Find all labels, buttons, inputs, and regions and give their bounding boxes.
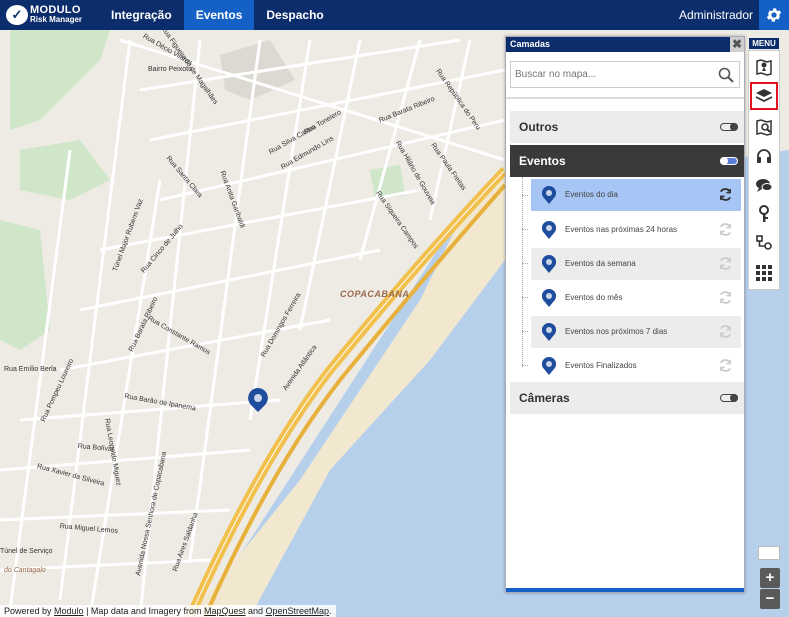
tree-connector xyxy=(522,177,523,367)
map-pin-icon xyxy=(542,289,556,307)
layer-toggle-outros[interactable] xyxy=(720,123,738,131)
layer-toggle-eventos[interactable] xyxy=(720,157,738,165)
layer-group-label: Outros xyxy=(519,120,559,134)
map-pin-icon xyxy=(756,59,772,76)
route-icon xyxy=(756,235,772,250)
top-bar: ✓ MODULO Risk Manager Integração Eventos… xyxy=(0,0,789,30)
menu-route-button[interactable] xyxy=(750,229,778,257)
mapquest-link[interactable]: MapQuest xyxy=(204,606,246,616)
refresh-icon[interactable] xyxy=(718,256,733,271)
map-pin-icon xyxy=(542,255,556,273)
layer-group-outros[interactable]: Outros xyxy=(510,111,744,143)
map-search xyxy=(510,61,740,88)
menu-apps-button[interactable] xyxy=(750,259,778,287)
event-layer-item[interactable]: Eventos nas próximas 24 horas xyxy=(531,214,741,246)
area-label: COPACABANA xyxy=(340,289,410,299)
modulo-check-icon: ✓ xyxy=(6,5,28,25)
search-map-icon xyxy=(756,119,772,136)
brand-logo[interactable]: ✓ MODULO Risk Manager xyxy=(6,4,82,26)
event-layer-label: Eventos do mês xyxy=(565,293,623,302)
map-scale xyxy=(758,546,780,560)
menu-layers-button[interactable] xyxy=(750,82,778,110)
side-menu xyxy=(748,50,780,290)
event-layer-item[interactable]: Eventos do mês xyxy=(531,282,741,314)
street-label: Rua Emílio Berla xyxy=(4,366,57,373)
event-layer-item[interactable]: Eventos do dia xyxy=(531,179,741,211)
layer-group-eventos[interactable]: Eventos xyxy=(510,145,744,177)
menu-map-button[interactable] xyxy=(750,53,778,81)
refresh-icon[interactable] xyxy=(718,290,733,305)
map-search-input[interactable] xyxy=(511,62,711,87)
main-nav: Integração Eventos Despacho xyxy=(99,0,336,30)
event-layer-label: Eventos do dia xyxy=(565,190,618,199)
brand-name: MODULO xyxy=(30,4,81,16)
divider xyxy=(506,97,744,99)
gear-icon xyxy=(766,8,782,22)
area-label: do Cantagalo xyxy=(4,567,46,574)
menu-search-map-button[interactable] xyxy=(750,113,778,141)
layers-panel: Camadas ✖ Outros Eventos Eventos do dia … xyxy=(505,36,745,593)
chat-icon xyxy=(756,179,773,192)
user-name[interactable]: Administrador xyxy=(679,0,753,30)
map-attribution: Powered by Modulo | Map data and Imagery… xyxy=(0,605,336,617)
street-label: Túnel de Serviço xyxy=(0,548,53,555)
layers-panel-header: Camadas ✖ xyxy=(506,37,744,52)
zoom-in-button[interactable]: + xyxy=(760,568,780,588)
refresh-icon[interactable] xyxy=(718,222,733,237)
event-layer-label: Eventos Finalizados xyxy=(565,361,637,370)
menu-chat-button[interactable] xyxy=(750,171,778,199)
layer-toggle-cameras[interactable] xyxy=(720,394,738,402)
map-pin-icon xyxy=(542,357,556,375)
panel-footer-bar xyxy=(506,588,744,592)
refresh-icon[interactable] xyxy=(718,187,733,202)
brand-subtitle: Risk Manager xyxy=(30,15,83,24)
menu-label: MENU xyxy=(749,38,779,49)
layers-panel-title: Camadas xyxy=(510,39,551,49)
map-pin-icon xyxy=(542,221,556,239)
nav-integracao[interactable]: Integração xyxy=(99,0,184,30)
refresh-icon[interactable] xyxy=(718,358,733,373)
close-icon[interactable]: ✖ xyxy=(730,37,744,52)
menu-headset-button[interactable] xyxy=(750,142,778,170)
openstreetmap-link[interactable]: OpenStreetMap xyxy=(266,606,330,616)
event-layer-item[interactable]: Eventos Finalizados xyxy=(531,350,741,382)
layers-icon xyxy=(755,89,773,103)
event-layer-item[interactable]: Eventos da semana xyxy=(531,248,741,280)
modulo-link[interactable]: Modulo xyxy=(54,606,84,616)
key-icon xyxy=(759,205,769,222)
settings-button[interactable] xyxy=(759,0,789,30)
menu-key-button[interactable] xyxy=(750,200,778,228)
headset-icon xyxy=(757,149,771,163)
event-layer-label: Eventos nos próximos 7 dias xyxy=(565,327,668,336)
street-label: Bairro Peixoto xyxy=(148,66,192,73)
event-layer-label: Eventos nas próximas 24 horas xyxy=(565,225,678,234)
refresh-icon[interactable] xyxy=(718,324,733,339)
layer-group-cameras[interactable]: Câmeras xyxy=(510,382,744,414)
layer-group-label: Eventos xyxy=(519,154,566,168)
search-icon[interactable] xyxy=(718,67,734,83)
map-pin-icon xyxy=(542,323,556,341)
layer-group-label: Câmeras xyxy=(519,391,570,405)
map-pin-icon xyxy=(542,186,556,204)
nav-despacho[interactable]: Despacho xyxy=(254,0,335,30)
nav-eventos[interactable]: Eventos xyxy=(183,0,255,30)
grid-icon xyxy=(756,265,772,281)
event-layer-item[interactable]: Eventos nos próximos 7 dias xyxy=(531,316,741,348)
zoom-out-button[interactable]: − xyxy=(760,589,780,609)
event-layer-label: Eventos da semana xyxy=(565,259,636,268)
